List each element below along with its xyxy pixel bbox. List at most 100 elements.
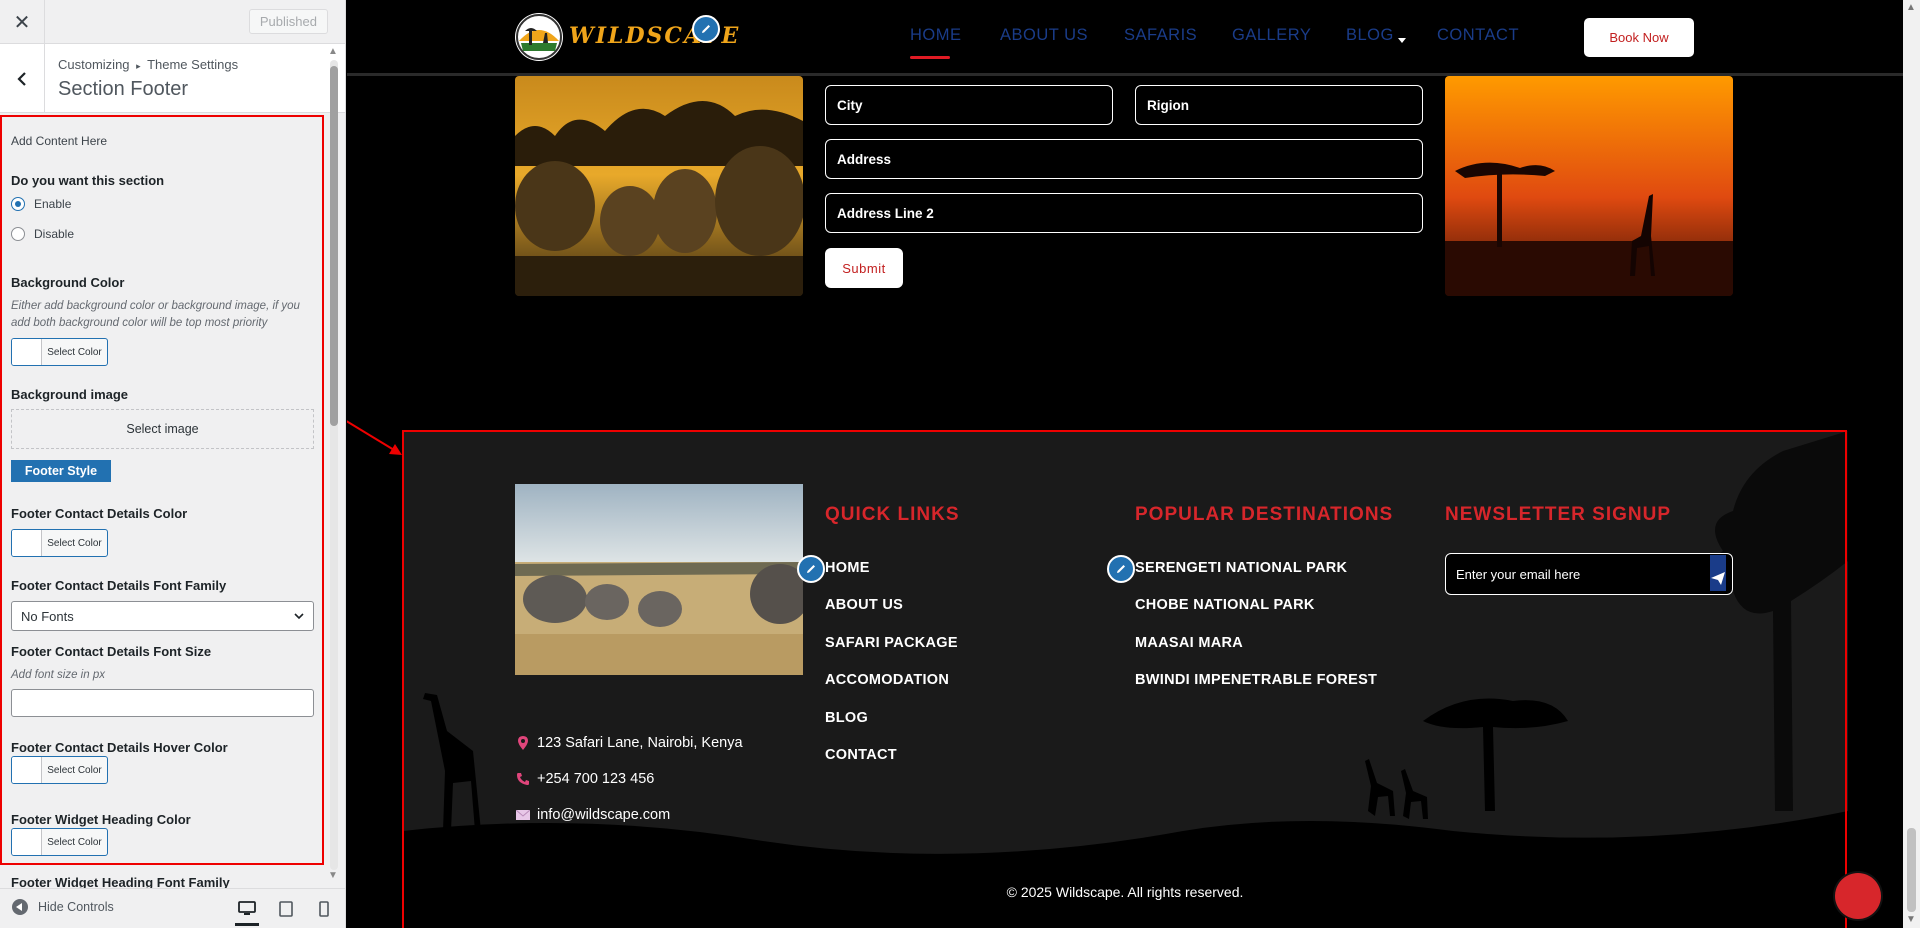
newsletter-send-button[interactable] xyxy=(1710,555,1726,591)
nav-home[interactable]: HOME xyxy=(910,26,962,45)
footer-link-blog[interactable]: BLOG xyxy=(825,710,868,726)
destination-chobe[interactable]: CHOBE NATIONAL PARK xyxy=(1135,597,1315,613)
radio-dot xyxy=(11,227,25,241)
scroll-up-arrow-icon[interactable]: ▲ xyxy=(1906,2,1916,13)
contact-color-picker[interactable]: Select Color xyxy=(11,529,108,557)
select-color-label: Select Color xyxy=(47,764,102,776)
nav-contact[interactable]: CONTACT xyxy=(1437,26,1519,45)
mobile-preview-button[interactable] xyxy=(312,897,336,921)
book-now-button[interactable]: Book Now xyxy=(1584,18,1694,57)
radio-dot-checked xyxy=(11,197,25,211)
scrollbar-thumb[interactable] xyxy=(1907,828,1916,912)
footer-email[interactable]: info@wildscape.com xyxy=(515,807,670,823)
chevron-left-icon xyxy=(17,71,26,86)
region-field[interactable]: Rigion xyxy=(1135,85,1423,125)
address-line-2-field[interactable]: Address Line 2 xyxy=(825,193,1423,233)
footer-link-contact[interactable]: CONTACT xyxy=(825,747,897,763)
color-swatch xyxy=(12,530,42,556)
enable-radio[interactable]: Enable xyxy=(11,197,71,211)
want-section-label: Do you want this section xyxy=(11,173,165,188)
breadcrumb-current: Theme Settings xyxy=(147,57,239,72)
address-field[interactable]: Address xyxy=(825,139,1423,179)
envelope-icon xyxy=(515,810,531,820)
newsletter-email-input[interactable]: Enter your email here xyxy=(1456,567,1580,582)
disable-label: Disable xyxy=(34,227,75,241)
edit-shortcut-pencil-icon[interactable] xyxy=(1107,555,1135,583)
email-text: info@wildscape.com xyxy=(537,807,671,823)
background-image-label: Background image xyxy=(11,387,129,402)
add-content-label: Add Content Here xyxy=(11,134,108,148)
city-field[interactable]: City xyxy=(825,85,1113,125)
tablet-icon xyxy=(279,901,293,917)
widget-heading-color-label: Footer Widget Heading Color xyxy=(11,812,191,827)
footer-elephants-photo xyxy=(515,484,803,675)
scroll-down-arrow-icon[interactable]: ▼ xyxy=(1906,914,1916,925)
popular-destinations-heading: POPULAR DESTINATIONS xyxy=(1135,504,1394,525)
footer-link-safari-package[interactable]: SAFARI PACKAGE xyxy=(825,635,958,651)
newsletter-heading: NEWSLETTER SIGNUP xyxy=(1445,504,1672,525)
desktop-preview-button[interactable] xyxy=(235,895,259,926)
background-color-label: Background Color xyxy=(11,275,125,290)
font-size-input[interactable] xyxy=(11,689,314,717)
chevron-down-icon xyxy=(294,613,304,620)
font-family-select[interactable]: No Fonts xyxy=(11,601,314,631)
nav-gallery[interactable]: GALLERY xyxy=(1232,26,1311,45)
scroll-up-arrow-icon[interactable]: ▲ xyxy=(328,46,338,57)
customizer-top-bar: ✕ Published xyxy=(0,0,345,44)
footer-link-accomodation[interactable]: ACCOMODATION xyxy=(825,672,949,688)
close-customizer-button[interactable]: ✕ xyxy=(0,0,45,44)
close-icon: ✕ xyxy=(13,11,31,34)
font-size-description: Add font size in px xyxy=(11,669,105,681)
footer-link-about-us[interactable]: ABOUT US xyxy=(825,597,903,613)
sidebar-scrollbar[interactable]: ▲ ▼ xyxy=(326,46,340,884)
published-button[interactable]: Published xyxy=(248,9,328,34)
quick-links-heading: QUICK LINKS xyxy=(825,504,960,525)
nav-active-underline xyxy=(910,56,950,59)
footer-link-home[interactable]: HOME xyxy=(825,560,870,576)
background-color-picker[interactable]: Select Color xyxy=(11,338,108,366)
annotation-arrow xyxy=(347,420,402,455)
destination-maasai-mara[interactable]: MAASAI MARA xyxy=(1135,635,1243,651)
preview-scrollbar[interactable]: ▲ ▼ xyxy=(1903,0,1920,928)
hide-controls-button[interactable]: Hide Controls xyxy=(12,899,114,915)
scrollbar-thumb[interactable] xyxy=(330,66,338,426)
hover-color-picker[interactable]: Select Color xyxy=(11,756,108,784)
font-family-value: No Fonts xyxy=(21,608,74,624)
section-header: Customizing ▸ Theme Settings Section Foo… xyxy=(0,44,345,113)
breadcrumb-separator: ▸ xyxy=(136,61,141,71)
phone-icon xyxy=(515,772,531,786)
disable-radio[interactable]: Disable xyxy=(11,227,74,241)
copyright-text: © 2025 Wildscape. All rights reserved. xyxy=(1006,884,1244,900)
destination-bwindi[interactable]: BWINDI IMPENETRABLE FOREST xyxy=(1135,672,1377,688)
tablet-preview-button[interactable] xyxy=(274,897,298,921)
scroll-down-arrow-icon[interactable]: ▼ xyxy=(328,870,338,881)
mobile-icon xyxy=(319,901,329,917)
nav-blog[interactable]: BLOG xyxy=(1346,26,1394,45)
color-swatch xyxy=(12,829,42,855)
background-color-description: Either add background color or backgroun… xyxy=(11,300,300,329)
blog-dropdown-caret-icon[interactable] xyxy=(1398,31,1406,49)
phone-text: +254 700 123 456 xyxy=(537,771,655,787)
contact-hover-color-label: Footer Contact Details Hover Color xyxy=(11,740,228,755)
back-button[interactable] xyxy=(0,44,45,113)
select-image-button[interactable]: Select image xyxy=(11,409,314,449)
collapse-icon xyxy=(12,899,28,915)
footer-style-button[interactable]: Footer Style xyxy=(11,460,111,482)
color-swatch xyxy=(12,339,42,365)
chat-widget-button[interactable] xyxy=(1835,873,1881,919)
select-color-label: Select Color xyxy=(47,346,102,358)
footer-phone[interactable]: +254 700 123 456 xyxy=(515,771,654,787)
select-color-label: Select Color xyxy=(47,836,102,848)
destination-serengeti[interactable]: SERENGETI NATIONAL PARK xyxy=(1135,560,1347,576)
nav-safaris[interactable]: SAFARIS xyxy=(1124,26,1197,45)
edit-shortcut-pencil-icon[interactable] xyxy=(797,555,825,583)
desktop-icon xyxy=(238,901,256,915)
nav-about-us[interactable]: ABOUT US xyxy=(1000,26,1088,45)
enable-label: Enable xyxy=(34,197,72,211)
section-title: Section Footer xyxy=(58,78,189,100)
submit-button[interactable]: Submit xyxy=(825,248,903,288)
breadcrumb: Customizing ▸ Theme Settings xyxy=(58,57,238,72)
footer-address: 123 Safari Lane, Nairobi, Kenya xyxy=(515,735,743,751)
widget-heading-color-picker[interactable]: Select Color xyxy=(11,828,108,856)
contact-color-label: Footer Contact Details Color xyxy=(11,506,188,521)
